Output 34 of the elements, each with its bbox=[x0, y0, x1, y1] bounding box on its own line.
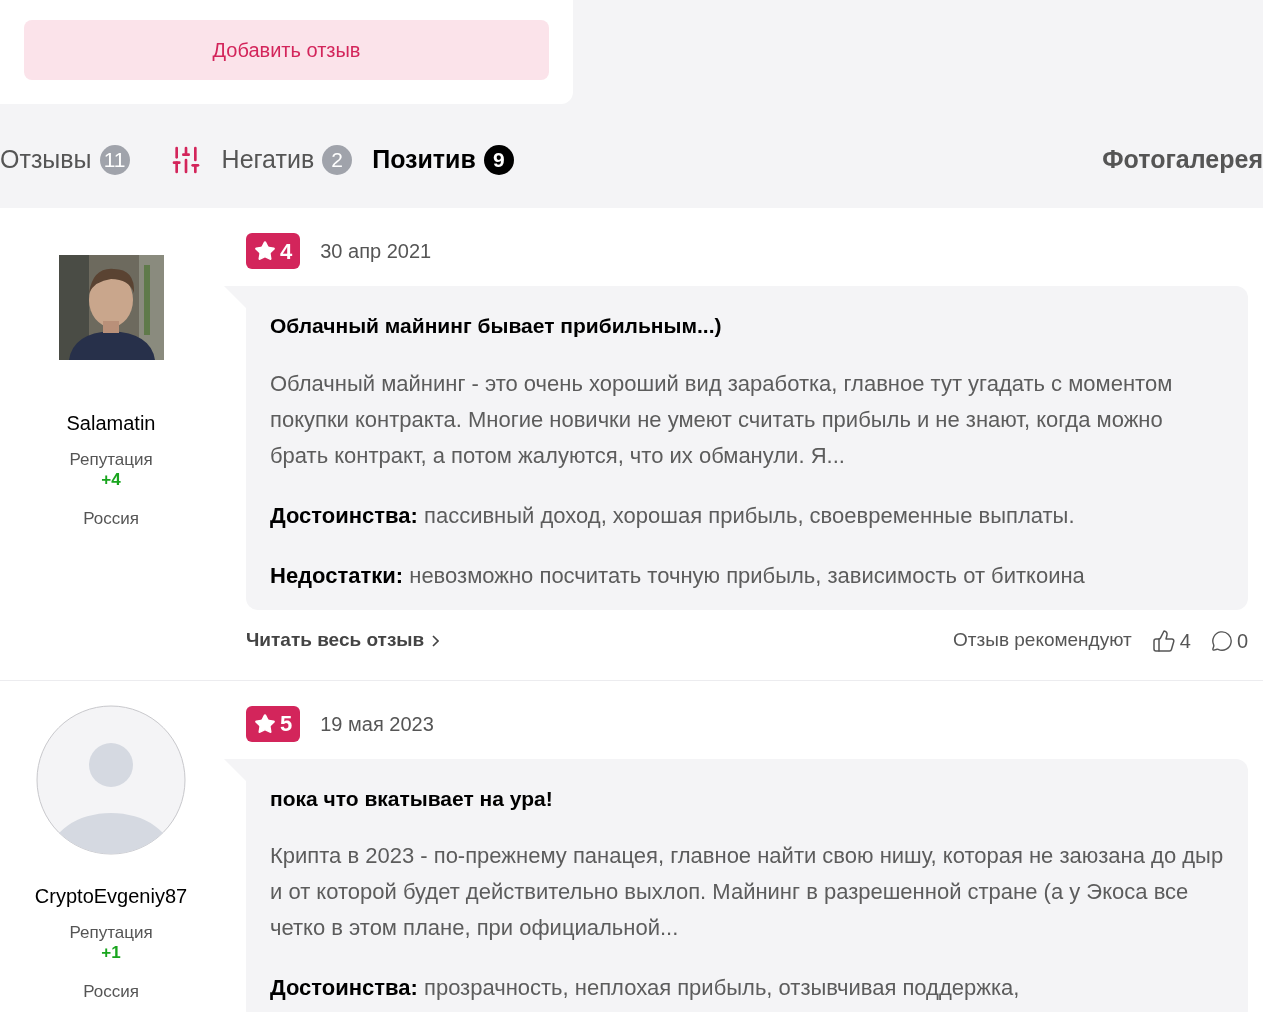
thumbs-up-icon bbox=[1151, 628, 1176, 653]
review-date: 30 апр 2021 bbox=[320, 239, 432, 264]
avatar-placeholder-icon bbox=[36, 704, 186, 855]
comment-icon bbox=[1210, 629, 1233, 652]
review-text: Облачный майнинг - это очень хороший вид заработка, главное тут угадать с моментом покупки контракта. Многие новички не умеют считать прибыль и не знают, когда можно брать контракт, а потом жалуются, что их обманули. Я... bbox=[270, 369, 1174, 470]
review-tab[interactable]: Негатив 2 bbox=[221, 141, 353, 179]
reputation-label: Репутация bbox=[69, 450, 153, 470]
review-title[interactable]: Облачный майнинг бывает прибильным...) bbox=[270, 310, 1224, 342]
chevron-right-icon bbox=[432, 634, 440, 647]
add-review-button[interactable]: Добавить отзыв bbox=[24, 20, 549, 80]
rating-badge: 5 bbox=[246, 705, 301, 742]
author-country: Россия bbox=[83, 508, 139, 530]
review-pros: Достоинства: прозрачность, неплохая прибыль, отзывчивая поддержка, bbox=[270, 974, 1021, 1002]
recommend-label: Отзыв рекомендуют bbox=[953, 628, 1132, 653]
comments-button[interactable]: 0 bbox=[1210, 625, 1248, 656]
reputation-value: +4 bbox=[101, 470, 121, 490]
star-icon bbox=[254, 712, 276, 735]
read-more-link[interactable]: Читать весь отзыв bbox=[246, 626, 440, 655]
like-button[interactable]: 4 bbox=[1151, 625, 1191, 656]
author-name[interactable]: CryptoEvgeniy87 bbox=[34, 880, 188, 911]
review-date: 19 мая 2023 bbox=[320, 711, 434, 737]
review-tab[interactable]: Отзывы 11 bbox=[0, 141, 130, 179]
photo-gallery-link[interactable]: Фотогалерея bbox=[1102, 141, 1263, 179]
review-pros: Достоинства: пассивный доход, хорошая прибыль, своевременные выплаты. bbox=[270, 501, 1076, 530]
reputation-value: +1 bbox=[101, 942, 121, 963]
review-title[interactable]: пока что вкатывает на ура! bbox=[270, 782, 1224, 814]
rating-badge: 4 bbox=[246, 233, 301, 269]
reputation-label: Репутация bbox=[69, 922, 153, 943]
star-icon bbox=[254, 240, 276, 262]
author-country: Россия bbox=[83, 980, 139, 1003]
review-cons: Недостатки: невозможно посчитать точную прибыль, зависимость от биткоина bbox=[270, 561, 1086, 590]
review-tab[interactable]: Позитив 9 bbox=[372, 141, 514, 179]
review-text: Крипта в 2023 - по-прежнему панацея, главное найти свою нишу, которая не заюзана до дыр и от которой будет действительно выхлоп. Майнинг в разрешенной стране (а у Экоса все четко в этом плане, при официальной... bbox=[270, 842, 1224, 942]
author-name[interactable]: Salamatin bbox=[66, 408, 156, 438]
